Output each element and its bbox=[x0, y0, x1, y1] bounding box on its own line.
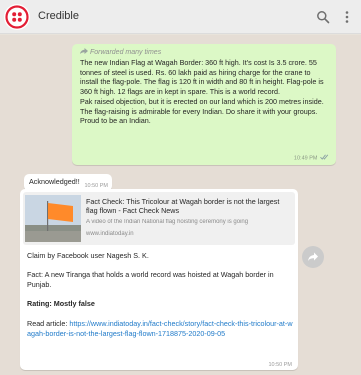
message-meta: 10:49 PM bbox=[294, 154, 329, 162]
search-icon[interactable] bbox=[316, 10, 330, 24]
twilio-logo-icon[interactable] bbox=[4, 4, 30, 30]
preview-title: Fact Check: This Tricolour at Wagah bord… bbox=[86, 197, 280, 216]
forward-share-icon[interactable] bbox=[302, 246, 324, 268]
message-text: Acknowledged!! bbox=[29, 177, 80, 186]
forwarded-icon bbox=[80, 48, 88, 56]
incoming-message[interactable]: Fact Check: This Tricolour at Wagah bord… bbox=[20, 189, 298, 370]
message-time: 10:50 PM bbox=[268, 362, 292, 368]
forwarded-text: Forwarded many times bbox=[90, 48, 162, 56]
forwarded-label: Forwarded many times bbox=[80, 48, 161, 56]
message-paragraph: Proud to be an Indian. bbox=[80, 116, 151, 126]
preview-domain: www.indiatoday.in bbox=[86, 231, 134, 237]
fact-text: Fact: A new Tiranga that holds a world r… bbox=[27, 270, 274, 290]
message-paragraph: The new Indian Flag at Wagah Border: 360… bbox=[80, 58, 324, 97]
message-paragraph: Pak raised objection, but it is erected … bbox=[80, 96, 324, 116]
chat-header: Credible bbox=[0, 0, 361, 34]
double-check-icon bbox=[320, 154, 329, 162]
rating-text: Rating: Mostly false bbox=[27, 299, 95, 309]
preview-description: A video of the Indian National flag hois… bbox=[86, 219, 249, 225]
claim-text: Claim by Facebook user Nagesh S. K. bbox=[27, 251, 149, 260]
link-preview[interactable]: Fact Check: This Tricolour at Wagah bord… bbox=[23, 192, 295, 245]
message-text: The new Indian Flag at Wagah Border: 360… bbox=[80, 58, 330, 126]
outgoing-message[interactable]: Forwarded many times The new Indian Flag… bbox=[72, 44, 336, 165]
more-vertical-icon[interactable] bbox=[340, 10, 354, 24]
preview-thumbnail bbox=[25, 195, 81, 242]
message-text: Claim by Facebook user Nagesh S. K. Fact… bbox=[27, 251, 293, 338]
read-article-line: Read article: https://www.indiatoday.in/… bbox=[27, 319, 293, 338]
read-article-label: Read article: bbox=[27, 318, 70, 328]
chat-title[interactable]: Credible bbox=[38, 10, 79, 22]
message-time: 10:49 PM bbox=[293, 155, 318, 162]
